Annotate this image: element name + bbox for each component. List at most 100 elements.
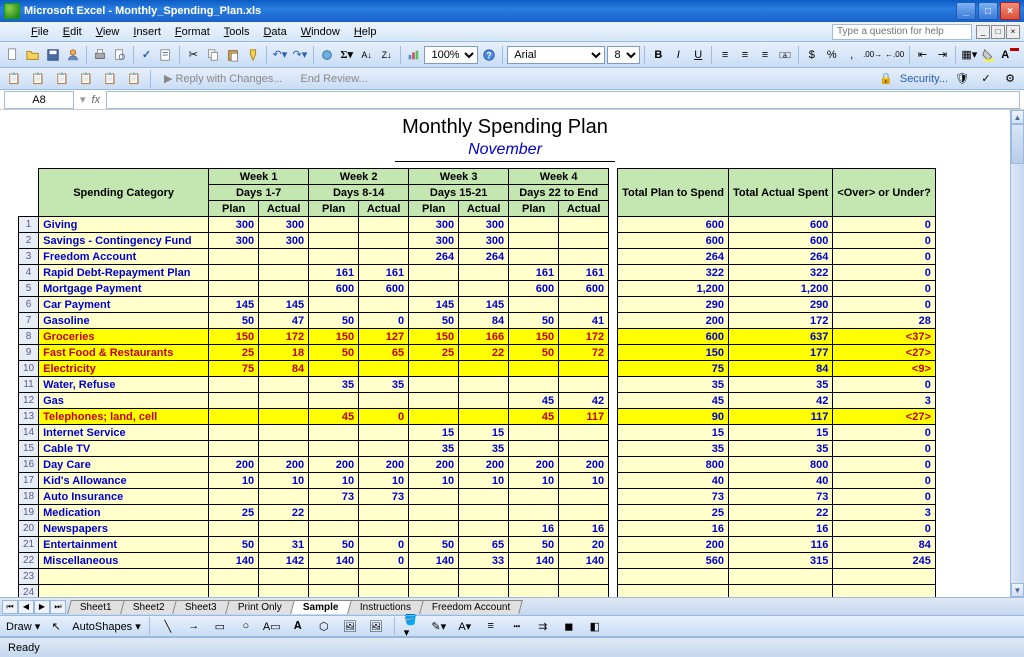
table-row[interactable]: 21Entertainment50315005065502020011684 bbox=[19, 537, 936, 553]
sheet-tab-freedom-account[interactable]: Freedom Account bbox=[419, 600, 523, 614]
table-row[interactable]: 16Day Care200200200200200200200200800800… bbox=[19, 457, 936, 473]
help-button[interactable]: ? bbox=[480, 45, 498, 65]
menu-tools[interactable]: Tools bbox=[217, 24, 257, 40]
percent-button[interactable]: % bbox=[823, 45, 841, 65]
rectangle-button[interactable]: ▭ bbox=[210, 616, 230, 636]
currency-button[interactable]: $ bbox=[803, 45, 821, 65]
merge-center-button[interactable]: a bbox=[776, 45, 794, 65]
table-row[interactable]: 18Auto Insurance737373730 bbox=[19, 489, 936, 505]
security-link[interactable]: Security... bbox=[900, 73, 948, 85]
copy-button[interactable] bbox=[204, 45, 222, 65]
table-row[interactable]: 4Rapid Debt-Repayment Plan16116116116132… bbox=[19, 265, 936, 281]
table-row[interactable]: 10Electricity75847584<9> bbox=[19, 361, 936, 377]
font-combo[interactable]: Arial bbox=[507, 46, 605, 64]
table-row[interactable]: 14Internet Service151515150 bbox=[19, 425, 936, 441]
table-row[interactable]: 7Gasoline50475005084504120017228 bbox=[19, 313, 936, 329]
tab-last-button[interactable]: ⏭ bbox=[50, 600, 66, 614]
security-btn-1[interactable]: 🛡 bbox=[952, 69, 972, 89]
table-row[interactable]: 20Newspapers161616160 bbox=[19, 521, 936, 537]
cut-button[interactable]: ✂ bbox=[184, 45, 202, 65]
table-row[interactable]: 3Freedom Account2642642642640 bbox=[19, 249, 936, 265]
table-row[interactable]: 17Kid's Allowance101010101010101040400 bbox=[19, 473, 936, 489]
underline-button[interactable]: U bbox=[689, 45, 707, 65]
format-painter-button[interactable] bbox=[244, 45, 262, 65]
review-btn-6[interactable]: 📋 bbox=[124, 69, 144, 89]
oval-button[interactable]: ○ bbox=[236, 616, 256, 636]
clipart-button[interactable]: 🖼 bbox=[340, 616, 360, 636]
review-btn-1[interactable]: 📋 bbox=[4, 69, 24, 89]
table-row[interactable]: 12Gas454245423 bbox=[19, 393, 936, 409]
sheet-tab-sheet3[interactable]: Sheet3 bbox=[173, 600, 230, 614]
security-btn-3[interactable]: ⚙ bbox=[1000, 69, 1020, 89]
table-row[interactable]: 5Mortgage Payment6006006006001,2001,2000 bbox=[19, 281, 936, 297]
menu-format[interactable]: Format bbox=[168, 24, 217, 40]
textbox-button[interactable]: A▭ bbox=[262, 616, 282, 636]
paste-button[interactable] bbox=[224, 45, 242, 65]
tab-first-button[interactable]: ⏮ bbox=[2, 600, 18, 614]
italic-button[interactable]: I bbox=[669, 45, 687, 65]
scroll-down-button[interactable]: ▼ bbox=[1011, 583, 1024, 597]
mdi-restore-button[interactable]: □ bbox=[991, 25, 1005, 39]
align-right-button[interactable]: ≡ bbox=[756, 45, 774, 65]
menu-insert[interactable]: Insert bbox=[126, 24, 168, 40]
font-size-combo[interactable]: 8 bbox=[607, 46, 640, 64]
table-row[interactable]: 24 bbox=[19, 585, 936, 598]
undo-button[interactable]: ↶▾ bbox=[271, 45, 289, 65]
decrease-decimal-button[interactable]: ←.00 bbox=[885, 45, 905, 65]
increase-decimal-button[interactable]: .00→ bbox=[863, 45, 883, 65]
print-preview-button[interactable] bbox=[111, 45, 129, 65]
sort-asc-button[interactable]: A↓ bbox=[358, 45, 376, 65]
table-row[interactable]: 23 bbox=[19, 569, 936, 585]
chart-button[interactable] bbox=[405, 45, 423, 65]
name-box[interactable] bbox=[4, 91, 74, 109]
spending-plan-table[interactable]: Spending CategoryWeek 1Week 2Week 3Week … bbox=[18, 168, 936, 597]
draw-menu[interactable]: Draw ▾ bbox=[6, 620, 40, 633]
hyperlink-button[interactable] bbox=[318, 45, 336, 65]
menu-view[interactable]: View bbox=[89, 24, 127, 40]
table-row[interactable]: 2Savings - Contingency Fund3003003003006… bbox=[19, 233, 936, 249]
line-color-button[interactable]: ✎▾ bbox=[429, 616, 449, 636]
zoom-combo[interactable]: 100% bbox=[424, 46, 478, 64]
menu-data[interactable]: Data bbox=[256, 24, 293, 40]
sheet-tab-sheet2[interactable]: Sheet2 bbox=[120, 600, 177, 614]
mdi-close-button[interactable]: × bbox=[1006, 25, 1020, 39]
spelling-button[interactable]: ✓ bbox=[138, 45, 156, 65]
table-row[interactable]: 13Telephones; land, cell4504511790117<27… bbox=[19, 409, 936, 425]
table-row[interactable]: 1Giving3003003003006006000 bbox=[19, 217, 936, 233]
review-btn-2[interactable]: 📋 bbox=[28, 69, 48, 89]
font-color-button[interactable]: A bbox=[1000, 45, 1020, 65]
align-left-button[interactable]: ≡ bbox=[716, 45, 734, 65]
arrow-style-button[interactable]: ⇉ bbox=[533, 616, 553, 636]
research-button[interactable] bbox=[157, 45, 175, 65]
scroll-thumb[interactable] bbox=[1011, 124, 1024, 164]
autoshapes-menu[interactable]: AutoShapes ▾ bbox=[72, 620, 141, 633]
help-search-input[interactable] bbox=[832, 24, 972, 40]
borders-button[interactable]: ▦▾ bbox=[960, 45, 978, 65]
menu-help[interactable]: Help bbox=[347, 24, 384, 40]
tab-next-button[interactable]: ▶ bbox=[34, 600, 50, 614]
sort-desc-button[interactable]: Z↓ bbox=[378, 45, 396, 65]
table-row[interactable]: 19Medication252225223 bbox=[19, 505, 936, 521]
formula-bar[interactable] bbox=[106, 91, 1020, 109]
review-btn-5[interactable]: 📋 bbox=[100, 69, 120, 89]
review-btn-3[interactable]: 📋 bbox=[52, 69, 72, 89]
comma-button[interactable]: , bbox=[843, 45, 861, 65]
security-btn-2[interactable]: ✓ bbox=[976, 69, 996, 89]
save-button[interactable] bbox=[44, 45, 62, 65]
increase-indent-button[interactable]: ⇥ bbox=[933, 45, 951, 65]
open-button[interactable] bbox=[24, 45, 42, 65]
font-color-draw-button[interactable]: A▾ bbox=[455, 616, 475, 636]
maximize-button[interactable]: □ bbox=[978, 2, 998, 20]
print-button[interactable] bbox=[91, 45, 109, 65]
security-icon[interactable]: 🔒 bbox=[876, 69, 896, 89]
fill-color-draw-button[interactable]: 🪣▾ bbox=[403, 616, 423, 636]
vertical-scrollbar[interactable]: ▲ ▼ bbox=[1010, 110, 1024, 597]
fx-icon[interactable]: fx bbox=[92, 94, 101, 106]
line-button[interactable]: ╲ bbox=[158, 616, 178, 636]
menu-window[interactable]: Window bbox=[294, 24, 347, 40]
arrow-button[interactable]: → bbox=[184, 616, 204, 636]
dash-style-button[interactable]: ┅ bbox=[507, 616, 527, 636]
table-row[interactable]: 22Miscellaneous1401421400140331401405603… bbox=[19, 553, 936, 569]
menu-edit[interactable]: Edit bbox=[56, 24, 89, 40]
decrease-indent-button[interactable]: ⇤ bbox=[914, 45, 932, 65]
